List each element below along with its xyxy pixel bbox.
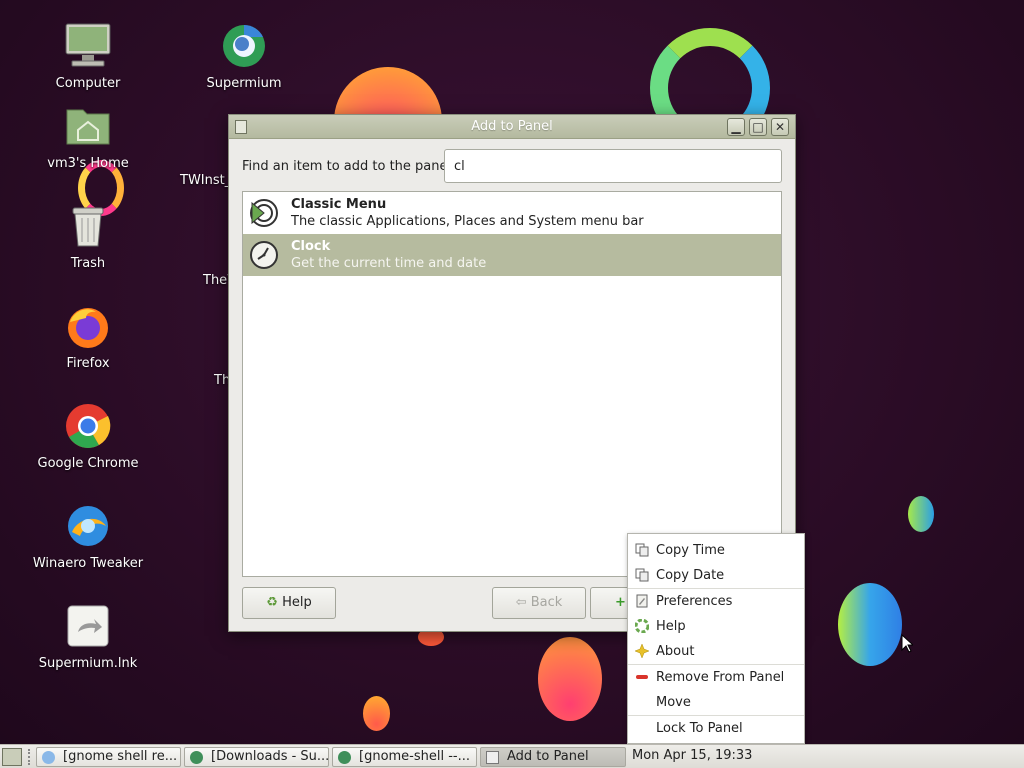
dialog-titlebar[interactable]: Add to Panel ▁ □ ✕ — [229, 115, 795, 139]
supermium-icon — [220, 22, 268, 70]
desktop-icon-label: Winaero Tweaker — [32, 556, 144, 571]
desktop-icon-label: Supermium.lnk — [38, 656, 138, 671]
copy-icon — [635, 543, 649, 557]
trash-icon — [64, 202, 112, 250]
menu-item-copy-time[interactable]: Copy Time — [628, 538, 804, 563]
back-arrow-icon: ⇦ — [515, 595, 527, 610]
desktop-icon-home[interactable]: vm3's Home — [13, 102, 163, 171]
browser-icon — [42, 751, 55, 764]
desktop-icon-label: Trash — [70, 256, 106, 271]
decor-small-blue — [908, 496, 934, 532]
maximize-button[interactable]: □ — [749, 118, 767, 136]
taskbar-item-label: [Downloads - Su... — [211, 749, 329, 764]
menu-item-preferences[interactable]: Preferences — [628, 589, 804, 614]
about-icon — [634, 643, 650, 659]
minimize-button[interactable]: ▁ — [727, 118, 745, 136]
close-icon: ✕ — [774, 120, 786, 134]
menu-item-label: Copy Time — [656, 543, 725, 558]
desktop-icon-trash[interactable]: Trash — [13, 202, 163, 271]
taskbar-item-gnome-shell[interactable]: [gnome-shell --... — [332, 747, 477, 767]
taskbar-item-downloads[interactable]: [Downloads - Su... — [184, 747, 329, 767]
list-item-title: Clock — [291, 239, 331, 254]
back-button-label: Back — [530, 595, 563, 610]
menu-item-label: Lock To Panel — [656, 721, 743, 736]
firefox-icon — [64, 302, 112, 350]
desktop-icon-supermium[interactable]: Supermium — [169, 22, 319, 91]
help-button[interactable]: ♻ Help — [242, 587, 336, 619]
remove-icon — [635, 670, 649, 684]
computer-icon — [64, 22, 112, 70]
desktop-icon-winaero[interactable]: Winaero Tweaker — [13, 502, 163, 571]
menu-item-help[interactable]: Help — [628, 614, 804, 639]
menu-item-about[interactable]: About — [628, 639, 804, 664]
list-item-description: Get the current time and date — [291, 256, 487, 271]
classic-menu-icon — [249, 198, 279, 228]
decor-big-blue — [838, 583, 902, 666]
help-icon — [634, 618, 650, 634]
menu-item-lock-to-panel[interactable]: Lock To Panel — [628, 716, 804, 741]
desktop-icon-label-clipped: TWInst_ — [180, 173, 232, 188]
applet-list[interactable]: Classic Menu The classic Applications, P… — [242, 191, 782, 577]
clock-context-menu: Copy Time Copy Date Preferences Help Abo… — [627, 533, 805, 744]
taskbar-item-add-to-panel[interactable]: Add to Panel — [480, 747, 626, 767]
winaero-tweaker-icon — [64, 502, 112, 550]
find-input[interactable] — [444, 149, 782, 183]
menu-item-label: Move — [656, 695, 691, 710]
close-button[interactable]: ✕ — [771, 118, 789, 136]
menu-item-move[interactable]: Move — [628, 690, 804, 715]
desktop-icon-computer[interactable]: Computer — [13, 22, 163, 91]
supermium-icon — [338, 751, 351, 764]
home-folder-icon — [64, 102, 112, 150]
window-icon — [486, 751, 499, 764]
back-button[interactable]: ⇦ Back — [492, 587, 586, 619]
desktop-icon-label: Google Chrome — [37, 456, 139, 471]
bottom-panel: [gnome shell re... [Downloads - Su... [g… — [0, 744, 1024, 768]
decor-orange-lower — [538, 637, 602, 721]
find-row: Find an item to add to the panel: — [242, 149, 782, 183]
desktop-icon-chrome[interactable]: Google Chrome — [13, 402, 163, 471]
taskbar-item-label: [gnome shell re... — [63, 749, 178, 764]
taskbar-item-label: [gnome-shell --... — [359, 749, 471, 764]
help-button-label: Help — [282, 595, 312, 610]
show-desktop-icon[interactable] — [2, 748, 22, 766]
find-label: Find an item to add to the panel: — [242, 159, 456, 174]
copy-icon — [635, 568, 649, 582]
menu-item-label: Remove From Panel — [656, 670, 785, 685]
menu-item-remove-from-panel[interactable]: Remove From Panel — [628, 665, 804, 690]
list-item-title: Classic Menu — [291, 197, 387, 212]
add-icon: + — [615, 595, 626, 610]
desktop-icon-label: vm3's Home — [47, 156, 129, 171]
menu-item-label: About — [656, 644, 695, 659]
minimize-icon: ▁ — [731, 120, 741, 134]
supermium-icon — [190, 751, 203, 764]
menu-item-label: Copy Date — [656, 568, 725, 583]
menu-item-copy-date[interactable]: Copy Date — [628, 563, 804, 588]
help-icon: ♻ — [266, 595, 278, 610]
dialog-title: Add to Panel — [471, 119, 553, 134]
clock-icon — [249, 240, 279, 270]
desktop-icon-firefox[interactable]: Firefox — [13, 302, 163, 371]
maximize-icon: □ — [752, 120, 764, 134]
taskbar-item-gnome-shell-re[interactable]: [gnome shell re... — [36, 747, 181, 767]
decor-orange-small — [363, 696, 390, 731]
list-item-description: The classic Applications, Places and Sys… — [291, 214, 644, 229]
list-item-classic-menu[interactable]: Classic Menu The classic Applications, P… — [243, 192, 781, 234]
desktop-icon-supermium-lnk[interactable]: Supermium.lnk — [13, 602, 163, 671]
chrome-icon — [64, 402, 112, 450]
panel-clock[interactable]: Mon Apr 15, 19:33 — [632, 748, 752, 763]
desktop-icon-label: Supermium — [206, 76, 282, 91]
desktop-icon-label: Computer — [55, 76, 121, 91]
taskbar-item-label: Add to Panel — [507, 749, 589, 764]
desktop-icon-label: Firefox — [66, 356, 110, 371]
mouse-cursor-icon — [901, 634, 913, 653]
menu-item-label: Preferences — [656, 594, 733, 609]
shortcut-file-icon — [64, 602, 112, 650]
panel-handle[interactable] — [28, 749, 31, 765]
menu-item-label: Help — [656, 619, 686, 634]
list-item-clock[interactable]: Clock Get the current time and date — [243, 234, 781, 276]
preferences-icon — [635, 594, 649, 608]
